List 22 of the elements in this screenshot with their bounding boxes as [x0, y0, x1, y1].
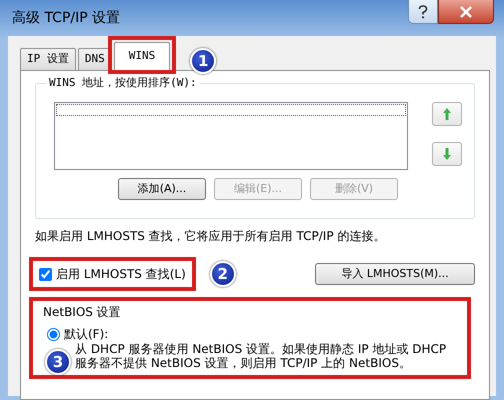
up-arrow-icon	[442, 107, 452, 121]
wins-address-list[interactable]	[54, 102, 408, 170]
tab[interactable]: IP 设置	[20, 48, 76, 70]
info-text: 如果启用 LMHOSTS 查找，它将应用于所有启用 TCP/IP 的连接。	[35, 228, 386, 245]
radio-label: 默认(F):	[64, 326, 108, 343]
list-button[interactable]: 添加(A)...	[118, 178, 206, 200]
move-up-button[interactable]	[432, 102, 462, 126]
lmhosts-checkbox[interactable]	[39, 268, 52, 280]
option-description: 从 DHCP 服务器使用 NetBIOS 设置。如果使用静态 IP 地址或 DHCP 服务器不提供 NetBIOS 设置，则启用 TCP/IP 上的 NetBIOS。	[75, 343, 447, 371]
tab[interactable]: WINS	[114, 42, 170, 70]
close-button[interactable]	[438, 0, 494, 24]
move-down-button[interactable]	[432, 142, 462, 166]
import-lmhosts-button[interactable]: 导入 LMHOSTS(M)...	[315, 263, 475, 285]
section-label: NetBIOS 设置	[43, 304, 122, 321]
close-icon	[459, 6, 473, 18]
help-button[interactable]	[408, 0, 438, 24]
window-title: 高级 TCP/IP 设置	[12, 8, 120, 28]
radio-button[interactable]	[47, 328, 60, 340]
highlight-frame	[108, 36, 176, 74]
down-arrow-icon	[442, 147, 452, 161]
checkbox-label: 启用 LMHOSTS 查找(L)	[56, 266, 186, 283]
help-icon	[418, 4, 428, 18]
